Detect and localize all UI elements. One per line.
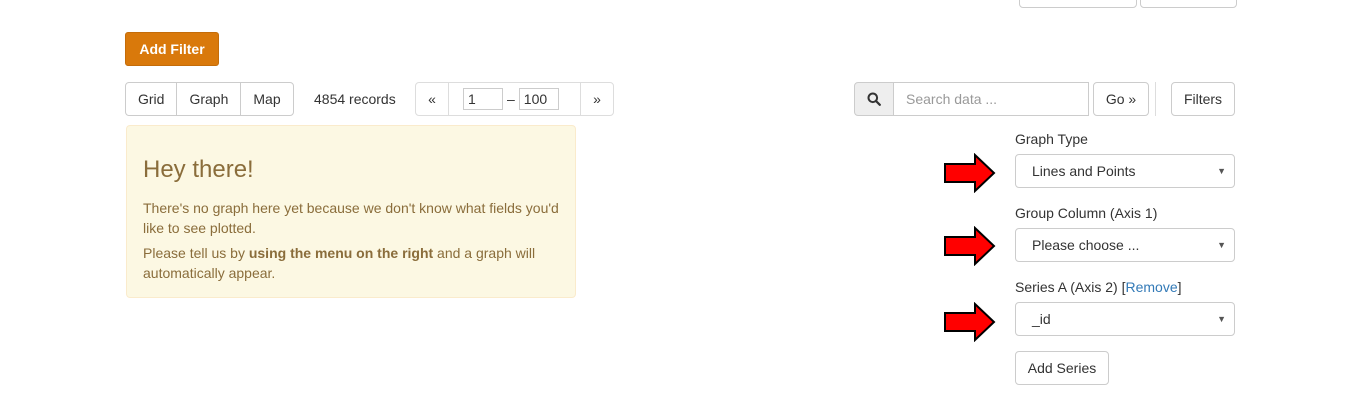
search-icon bbox=[867, 92, 881, 106]
group-column-label: Group Column (Axis 1) bbox=[1015, 205, 1158, 221]
view-graph-button[interactable]: Graph bbox=[176, 82, 242, 116]
caret-down-icon: ▼ bbox=[1217, 240, 1226, 250]
top-button-right[interactable] bbox=[1140, 0, 1237, 8]
red-arrow-icon bbox=[944, 153, 996, 193]
add-series-button[interactable]: Add Series bbox=[1015, 351, 1109, 385]
graph-type-value: Lines and Points bbox=[1032, 163, 1136, 179]
series-a-bracket-close: ] bbox=[1177, 279, 1182, 295]
series-a-label: Series A (Axis 2) [Remove] bbox=[1015, 279, 1182, 295]
group-column-select[interactable]: Please choose ... ▼ bbox=[1015, 228, 1235, 262]
series-a-label-text: Series A (Axis 2) bbox=[1015, 279, 1122, 295]
no-graph-alert: Hey there! There's no graph here yet bec… bbox=[126, 125, 576, 298]
toolbar-divider bbox=[1155, 82, 1156, 116]
series-a-value: _id bbox=[1032, 311, 1051, 327]
series-a-remove-link[interactable]: Remove bbox=[1125, 279, 1177, 295]
page-range: 1 – 100 bbox=[449, 82, 580, 116]
alert-line-2-prefix: Please tell us by bbox=[143, 245, 249, 261]
view-toggle-group: Grid Graph Map bbox=[125, 82, 294, 116]
go-button[interactable]: Go » bbox=[1093, 82, 1149, 116]
records-count: 4854 records bbox=[314, 91, 396, 107]
graph-type-label: Graph Type bbox=[1015, 131, 1088, 147]
alert-line-2-bold: using the menu on the right bbox=[248, 245, 434, 261]
add-filter-button[interactable]: Add Filter bbox=[125, 32, 219, 66]
red-arrow-icon bbox=[944, 302, 996, 342]
page-from-input[interactable]: 1 bbox=[463, 88, 503, 110]
alert-heading: Hey there! bbox=[143, 156, 254, 183]
group-column-value: Please choose ... bbox=[1032, 237, 1140, 253]
prev-page-button[interactable]: « bbox=[415, 82, 449, 116]
alert-line-2: Please tell us by using the menu on the … bbox=[143, 243, 559, 283]
red-arrow-icon bbox=[944, 226, 996, 266]
page-to-input[interactable]: 100 bbox=[518, 88, 559, 110]
caret-down-icon: ▼ bbox=[1217, 314, 1226, 324]
graph-type-select[interactable]: Lines and Points ▼ bbox=[1015, 154, 1235, 188]
series-a-select[interactable]: _id ▼ bbox=[1015, 302, 1235, 336]
search-addon bbox=[854, 82, 894, 116]
view-map-button[interactable]: Map bbox=[240, 82, 294, 116]
page-range-dash: – bbox=[507, 91, 515, 107]
search-input[interactable] bbox=[893, 82, 1089, 116]
filters-button[interactable]: Filters bbox=[1171, 82, 1235, 116]
view-grid-button[interactable]: Grid bbox=[125, 82, 178, 116]
caret-down-icon: ▼ bbox=[1217, 166, 1226, 176]
next-page-button[interactable]: » bbox=[580, 82, 614, 116]
alert-line-1: There's no graph here yet because we don… bbox=[143, 200, 559, 236]
pagination: « 1 – 100 » bbox=[415, 82, 614, 116]
top-button-left[interactable] bbox=[1019, 0, 1137, 8]
